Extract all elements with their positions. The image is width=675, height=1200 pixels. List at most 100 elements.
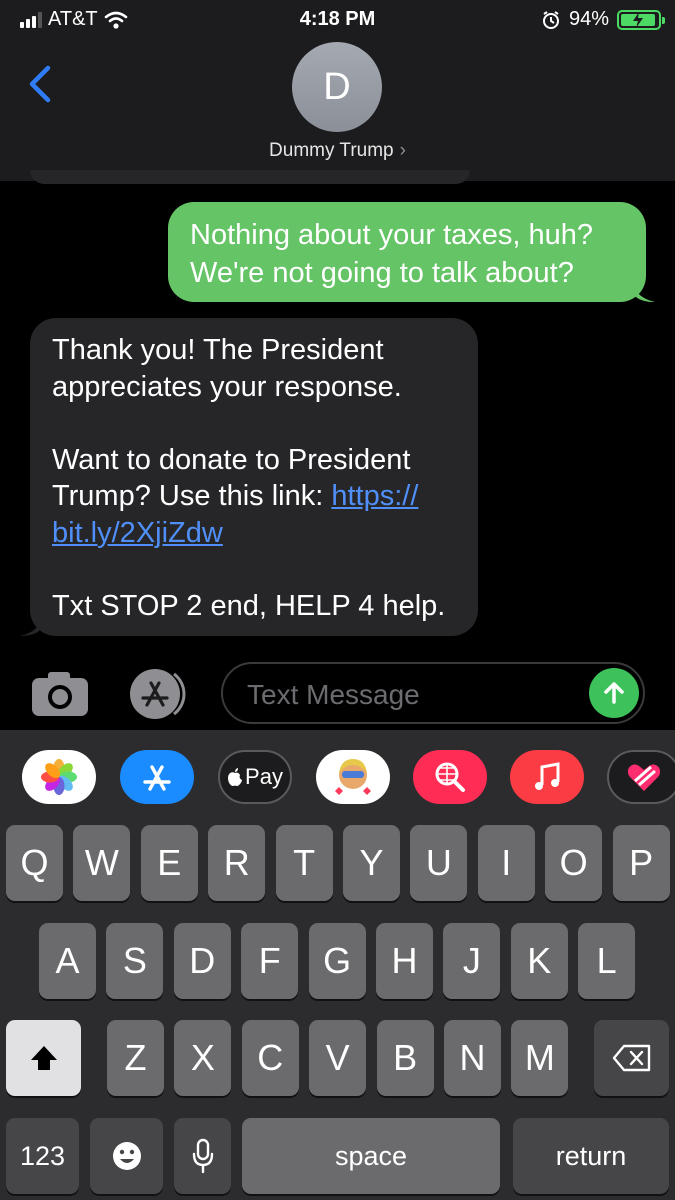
contact-avatar[interactable]: D [292, 42, 382, 132]
outgoing-message[interactable]: Nothing about your taxes, huh? We're not… [168, 202, 646, 302]
donation-link-part-2[interactable]: bit.ly/2XjiZdw [52, 517, 223, 549]
key-label: X [190, 1037, 215, 1078]
back-chevron-icon[interactable] [22, 64, 62, 104]
key-label: O [559, 842, 588, 883]
key-s[interactable]: S [106, 923, 164, 999]
incoming-line-5: Txt STOP 2 end, HELP 4 help. [52, 589, 446, 622]
delete-key[interactable] [594, 1020, 669, 1096]
microphone-icon [192, 1138, 213, 1174]
key-a[interactable]: A [39, 923, 96, 999]
numbers-key-label: 123 [19, 1140, 66, 1171]
key-label: Q [20, 842, 49, 883]
space-key[interactable]: space [242, 1118, 500, 1194]
key-d[interactable]: D [173, 923, 231, 999]
key-n[interactable]: N [444, 1020, 501, 1096]
key-t[interactable]: T [275, 825, 333, 901]
key-label: T [293, 842, 316, 883]
emoji-icon [112, 1142, 141, 1170]
outgoing-bubble-tail [633, 284, 655, 302]
music-app-button[interactable] [510, 750, 584, 804]
key-label: B [393, 1037, 418, 1078]
apple-logo-icon [228, 768, 243, 786]
key-l[interactable]: L [578, 923, 636, 999]
key-c[interactable]: C [241, 1020, 299, 1096]
key-q[interactable]: Q [6, 825, 63, 901]
key-label: C [257, 1037, 284, 1078]
app-store-icon [143, 765, 171, 791]
key-label: L [596, 940, 617, 981]
send-button[interactable] [589, 668, 639, 718]
emoji-key[interactable] [90, 1118, 163, 1194]
key-u[interactable]: U [410, 825, 468, 901]
web-search-app-button[interactable] [413, 750, 487, 804]
stickers-app-button[interactable] [607, 750, 675, 804]
incoming-line-2: appreciates your response. [52, 370, 402, 403]
alarm-icon [542, 10, 559, 29]
shift-key[interactable] [6, 1020, 81, 1096]
key-label: W [84, 842, 119, 883]
key-g[interactable]: G [308, 923, 366, 999]
battery-icon [617, 9, 665, 30]
web-search-icon [435, 762, 465, 792]
key-label: H [391, 940, 418, 981]
key-label: U [425, 842, 452, 883]
key-b[interactable]: B [376, 1020, 434, 1096]
message-input[interactable]: Text Message [221, 662, 645, 724]
dictation-key[interactable] [174, 1118, 231, 1194]
key-k[interactable]: K [510, 923, 568, 999]
donation-link-part-1[interactable]: https:// [331, 480, 418, 512]
chevron-right-icon: › [399, 140, 406, 161]
return-key-label: return [555, 1140, 627, 1171]
key-label: P [629, 842, 654, 883]
key-label: A [55, 940, 80, 981]
app-store-icon[interactable] [125, 668, 191, 720]
camera-icon[interactable] [30, 668, 90, 718]
key-label: Z [124, 1037, 147, 1078]
message-input-placeholder: Text Message [247, 679, 420, 710]
key-h[interactable]: H [376, 923, 433, 999]
incoming-message[interactable]: Thank you! The President appreciates you… [30, 318, 478, 636]
memoji-app-button[interactable] [316, 750, 390, 804]
apple-pay-label: Pay [245, 764, 283, 789]
heart-sticker-icon [627, 764, 661, 791]
key-j[interactable]: J [443, 923, 501, 999]
key-y[interactable]: Y [343, 825, 400, 901]
conversation-header: AT&T 4:18 PM 94% D Dummy Trump › [0, 0, 675, 181]
app-store-app-button[interactable] [120, 750, 194, 804]
key-x[interactable]: X [174, 1020, 232, 1096]
outgoing-line-2: We're not going to talk about? [190, 257, 574, 289]
key-label: D [189, 940, 216, 981]
incoming-bubble-tail [20, 618, 42, 636]
key-m[interactable]: M [511, 1020, 569, 1096]
apple-pay-button[interactable]: Pay [218, 750, 292, 804]
key-i[interactable]: I [477, 825, 535, 901]
key-label: G [323, 940, 352, 981]
key-z[interactable]: Z [107, 1020, 164, 1096]
key-v[interactable]: V [309, 1020, 367, 1096]
incoming-line-4-text: Trump? Use this link: [52, 480, 332, 512]
memoji-icon [335, 759, 371, 795]
numbers-key[interactable]: 123 [6, 1118, 79, 1194]
key-label: M [524, 1037, 555, 1078]
key-p[interactable]: P [612, 825, 670, 901]
key-label: V [325, 1037, 350, 1078]
key-label: J [462, 940, 481, 981]
send-arrow-icon [604, 682, 624, 704]
key-f[interactable]: F [241, 923, 299, 999]
photos-icon [41, 759, 77, 795]
photos-app-button[interactable] [22, 750, 96, 804]
delete-icon [612, 1044, 650, 1072]
space-key-label: space [334, 1140, 408, 1171]
key-label: I [501, 842, 512, 883]
key-r[interactable]: R [208, 825, 266, 901]
music-icon [535, 762, 560, 790]
key-w[interactable]: W [73, 825, 131, 901]
incoming-line-4: Trump? Use this link: https:// [52, 478, 456, 515]
key-o[interactable]: O [545, 825, 603, 901]
previous-message-bubble [30, 170, 470, 184]
key-e[interactable]: E [140, 825, 198, 901]
key-label: F [258, 940, 281, 981]
contact-name-button[interactable]: Dummy Trump › [0, 140, 675, 162]
return-key[interactable]: return [513, 1118, 669, 1194]
avatar-initial: D [323, 65, 351, 108]
